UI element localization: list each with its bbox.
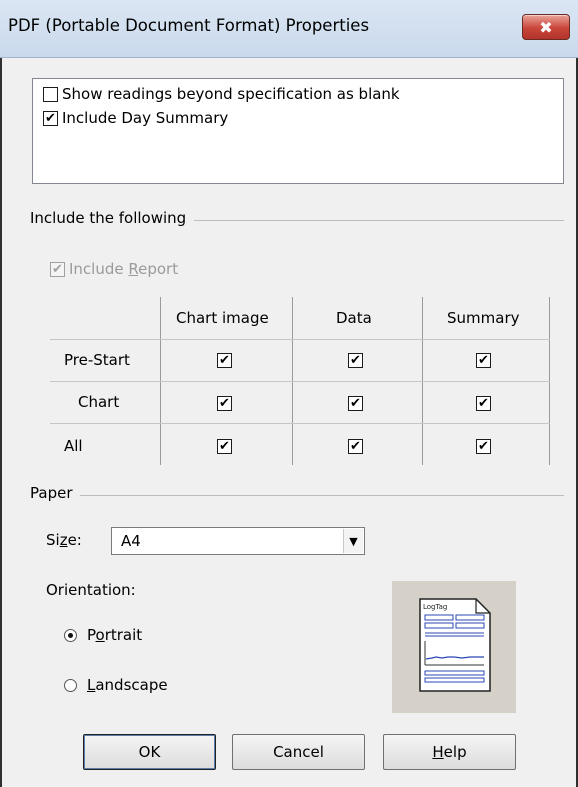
group-label-paper: Paper (30, 484, 81, 502)
ok-button[interactable]: OK (83, 734, 216, 770)
orientation-label: Orientation: (46, 581, 136, 599)
include-report-label: Include Report (69, 260, 179, 278)
paper-size-value: A4 (121, 532, 141, 550)
dropdown-arrow-icon[interactable]: ▼ (343, 529, 363, 553)
option-show-blank[interactable]: Show readings beyond specification as bl… (43, 85, 400, 103)
paper-size-select[interactable]: A4 ▼ (111, 527, 365, 555)
close-button[interactable]: ✖ (522, 14, 570, 40)
portrait-radio-row[interactable]: Portrait (64, 626, 142, 644)
option-label: Show readings beyond specification as bl… (62, 85, 400, 103)
options-list: Show readings beyond specification as bl… (32, 78, 564, 184)
row-label: All (64, 437, 83, 455)
size-label: Size: (46, 531, 82, 549)
group-label-include: Include the following (30, 209, 195, 227)
help-button[interactable]: Help (383, 734, 516, 770)
chart-data-checkbox[interactable]: ✔ (348, 396, 363, 411)
landscape-label: Landscape (87, 676, 168, 694)
chart-chart-image-checkbox[interactable]: ✔ (217, 396, 232, 411)
title-bar: PDF (Portable Document Format) Propertie… (0, 0, 578, 58)
row-label: Pre-Start (64, 351, 130, 369)
prestart-chart-image-checkbox[interactable]: ✔ (217, 353, 232, 368)
option-label: Include Day Summary (62, 109, 229, 127)
dialog-body: Show readings beyond specification as bl… (0, 58, 578, 787)
portrait-page-icon: LogTag (419, 598, 491, 692)
prestart-data-checkbox[interactable]: ✔ (348, 353, 363, 368)
column-header: Summary (447, 309, 520, 327)
include-report-checkbox: ✔ (50, 261, 65, 277)
all-chart-image-checkbox[interactable]: ✔ (217, 439, 232, 454)
day-summary-checkbox[interactable]: ✔ (43, 110, 58, 126)
column-header: Data (336, 309, 372, 327)
all-data-checkbox[interactable]: ✔ (348, 439, 363, 454)
option-day-summary[interactable]: ✔ Include Day Summary (43, 109, 228, 127)
show-blank-checkbox[interactable] (43, 86, 58, 102)
column-header: Chart image (176, 309, 269, 327)
row-label: Chart (78, 393, 120, 411)
group-divider (32, 495, 564, 496)
landscape-radio-row[interactable]: Landscape (64, 676, 168, 694)
cancel-button[interactable]: Cancel (232, 734, 365, 770)
landscape-radio[interactable] (64, 678, 77, 692)
prestart-summary-checkbox[interactable]: ✔ (476, 353, 491, 368)
portrait-label: Portrait (87, 626, 143, 644)
preview-logo-text: LogTag (423, 603, 447, 611)
window-title: PDF (Portable Document Format) Propertie… (8, 16, 370, 35)
include-report-checkbox-row: ✔ Include Report (50, 260, 178, 278)
all-summary-checkbox[interactable]: ✔ (476, 439, 491, 454)
portrait-radio[interactable] (64, 628, 77, 642)
include-table: Chart image Data Summary Pre-Start Chart… (50, 297, 550, 465)
chart-summary-checkbox[interactable]: ✔ (476, 396, 491, 411)
orientation-preview: LogTag (392, 581, 516, 713)
close-icon: ✖ (539, 17, 553, 37)
